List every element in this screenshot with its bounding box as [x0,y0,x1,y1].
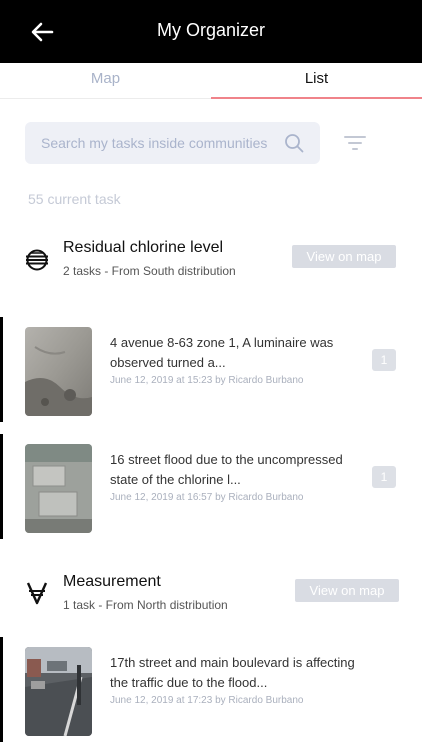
view-on-map-button[interactable]: View on map [292,245,396,268]
task-row[interactable]: 16 street flood due to the uncompressed … [0,434,422,539]
task-count-badge: 1 [372,349,396,371]
task-count: 55 current task [28,191,121,207]
task-indicator-bar [0,317,3,422]
search-input[interactable] [25,122,280,164]
view-tabs: Map List [0,63,422,99]
task-title: 4 avenue 8-63 zone 1, A luminaire was ob… [110,335,334,370]
group-title: Measurement [63,573,161,590]
organizer-screen: My Organizer Map List 55 current task Re… [0,0,422,750]
app-header: My Organizer [0,0,422,63]
task-meta: June 12, 2019 at 16:57 by Ricardo Burban… [110,492,304,503]
water-system-icon [26,249,48,271]
measurement-icon [26,582,48,605]
task-meta: June 12, 2019 at 15:23 by Ricardo Burban… [110,375,304,386]
search-icon[interactable] [284,133,304,153]
task-photo [25,327,92,416]
group-subtitle: 2 tasks - From South distribution [63,264,236,278]
tab-map[interactable]: Map [0,63,211,99]
group-title: Residual chlorine level [63,239,224,256]
task-count-badge: 1 [372,466,396,488]
task-row[interactable]: 17th street and main boulevard is affect… [0,637,422,742]
filter-icon[interactable] [344,134,366,152]
task-meta: June 12, 2019 at 17:23 by Ricardo Burban… [110,695,304,706]
view-on-map-button[interactable]: View on map [295,579,399,602]
task-title: 16 street flood due to the uncompressed … [110,452,343,487]
page-title: My Organizer [156,20,266,40]
active-tab-indicator [211,97,422,99]
group-subtitle: 1 task - From North distribution [63,598,228,612]
tab-list[interactable]: List [211,63,422,99]
group-measurement: Measurement 1 task - From North distribu… [0,567,422,627]
task-indicator-bar [0,434,3,539]
group-residual-chlorine: Residual chlorine level 2 tasks - From S… [0,233,422,293]
search-bar [25,122,320,164]
task-photo [25,647,92,736]
task-indicator-bar [0,637,3,742]
task-title: 17th street and main boulevard is affect… [110,655,355,690]
task-row[interactable]: 4 avenue 8-63 zone 1, A luminaire was ob… [0,317,422,422]
task-photo [25,444,92,533]
